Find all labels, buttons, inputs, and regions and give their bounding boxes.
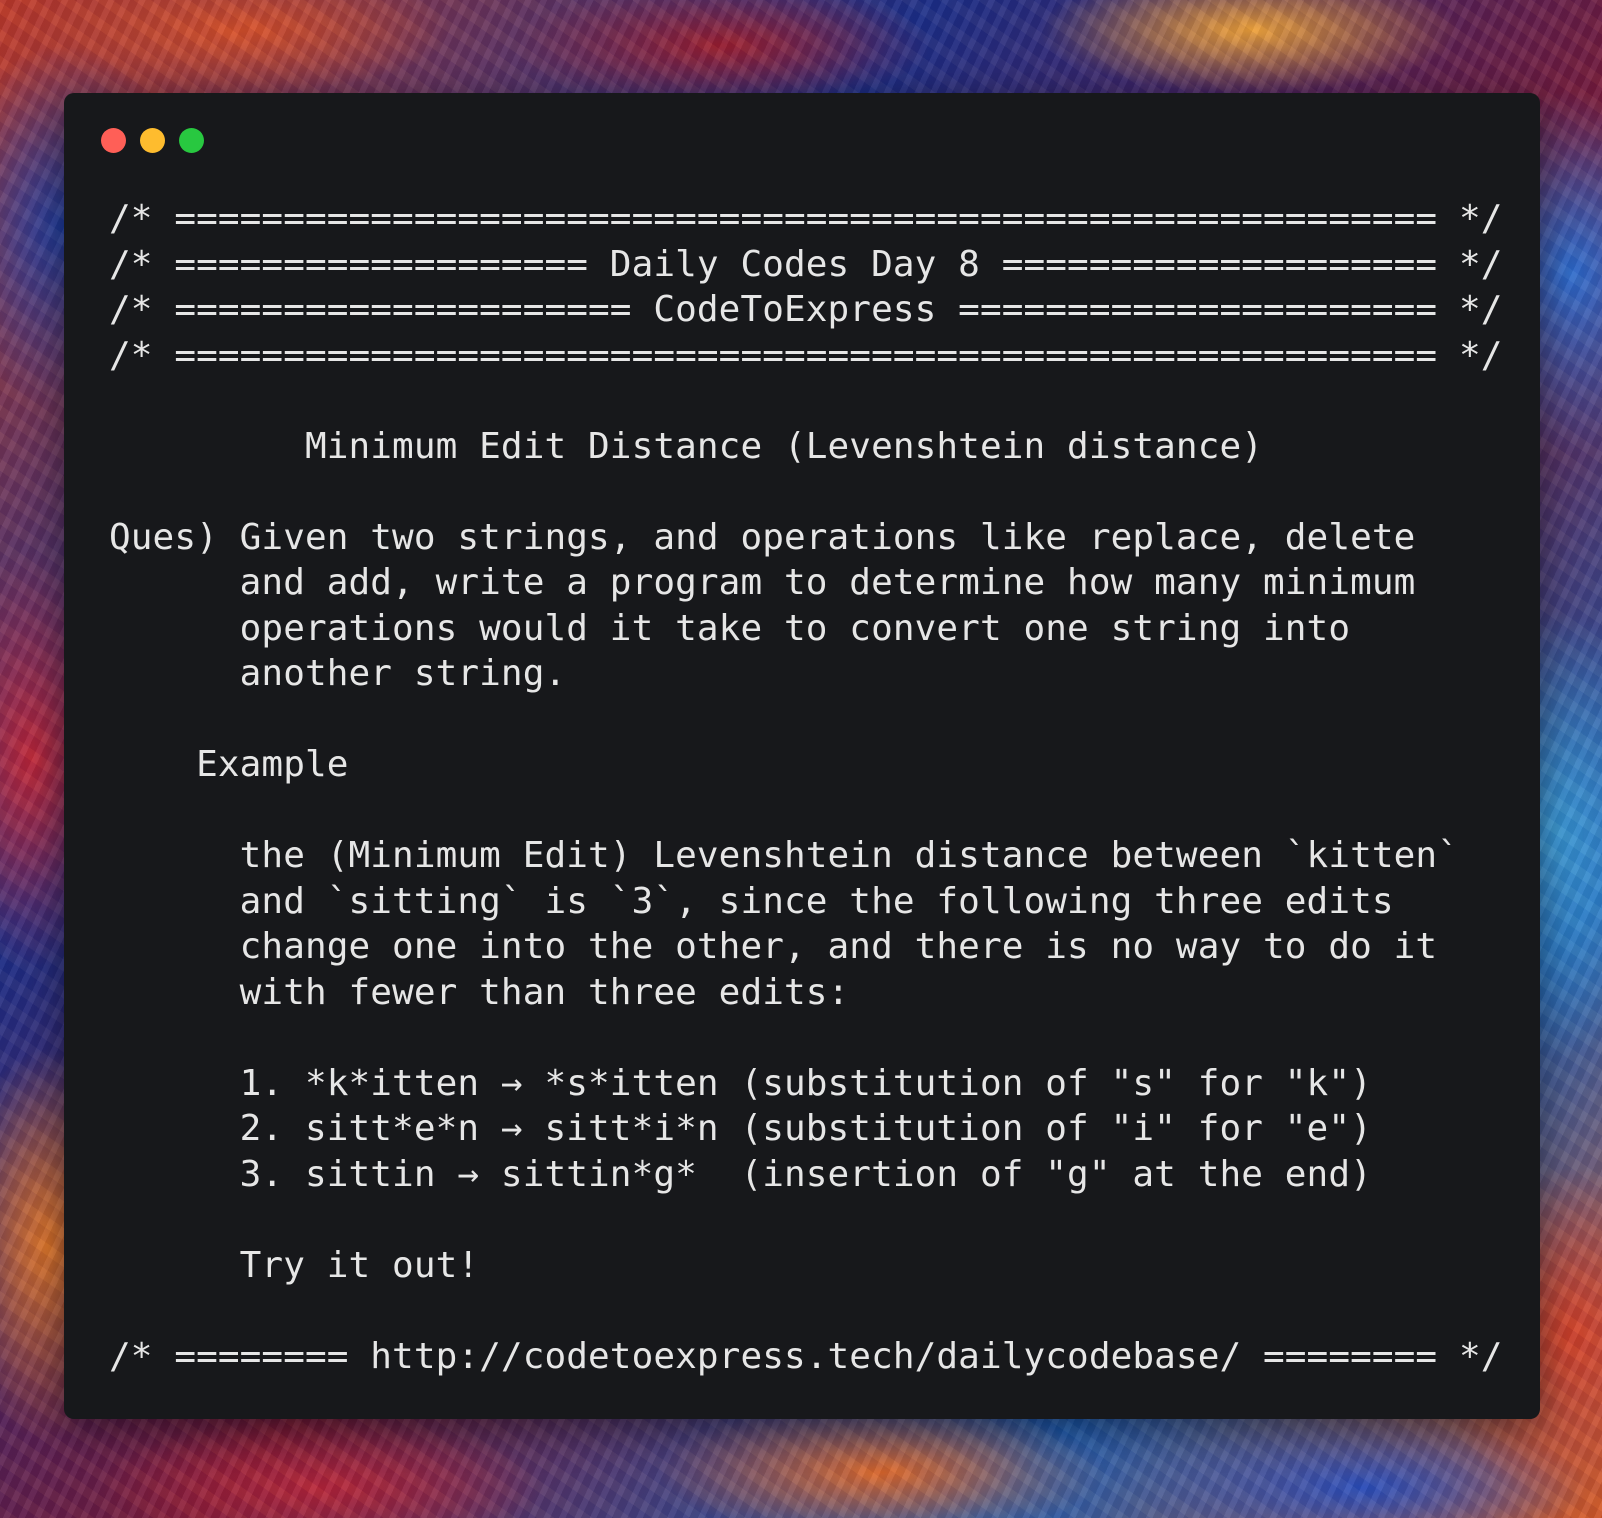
example-line: and `sitting` is `3`, since the followin… [109, 880, 1394, 922]
example-heading: Example [109, 744, 349, 785]
problem-title: Minimum Edit Distance (Levenshtein dista… [109, 425, 1264, 467]
footer-line: /* ======== http://codetoexpress.tech/da… [109, 1335, 1503, 1377]
step-line: 1. *k*itten → *s*itten (substitution of … [109, 1062, 1372, 1104]
close-button-icon[interactable] [101, 128, 126, 153]
question-line: Ques) Given two strings, and operations … [109, 516, 1416, 558]
header-line: /* =================== Daily Codes Day 8… [109, 243, 1503, 285]
code-window: /* =====================================… [64, 93, 1540, 1419]
code-body: /* =====================================… [109, 196, 1519, 1379]
header-line: /* =====================================… [109, 334, 1503, 376]
step-line: 2. sitt*e*n → sitt*i*n (substitution of … [109, 1108, 1372, 1149]
closing-line: Try it out! [109, 1244, 480, 1286]
question-line: and add, write a program to determine ho… [109, 562, 1416, 603]
window-controls [101, 128, 204, 154]
minimize-button-icon[interactable] [140, 128, 165, 153]
example-line: the (Minimum Edit) Levenshtein distance … [109, 835, 1459, 876]
zoom-button-icon[interactable] [179, 128, 204, 153]
step-line: 3. sittin → sittin*g* (insertion of "g" … [109, 1153, 1372, 1195]
question-line: another string. [109, 653, 567, 694]
question-line: operations would it take to convert one … [109, 607, 1351, 649]
header-line: /* =====================================… [109, 198, 1503, 239]
example-line: with fewer than three edits: [109, 971, 850, 1013]
header-line: /* ===================== CodeToExpress =… [109, 289, 1503, 330]
example-line: change one into the other, and there is … [109, 926, 1438, 967]
